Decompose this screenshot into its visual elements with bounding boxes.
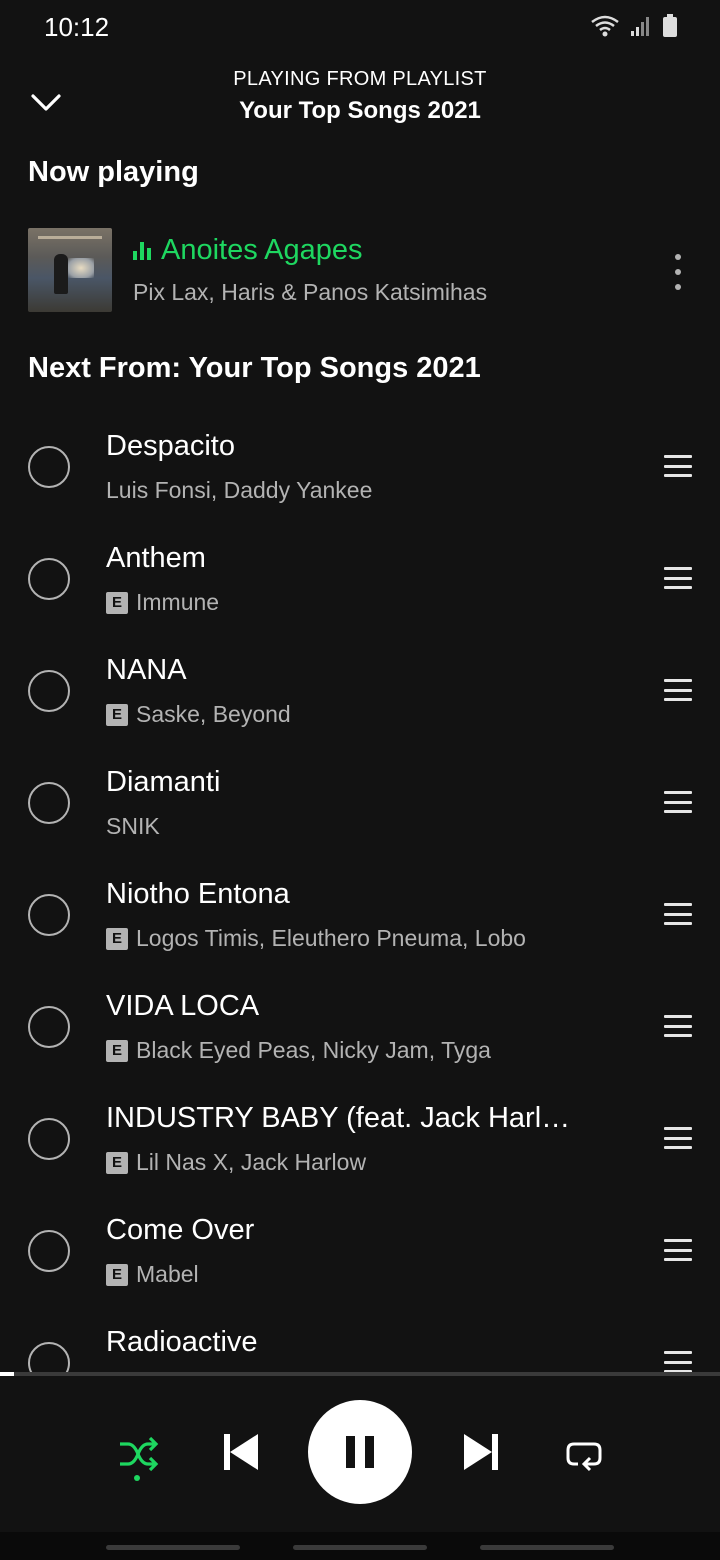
skip-previous-icon [224, 1434, 258, 1470]
wifi-icon [591, 15, 619, 37]
drag-handle-icon[interactable] [664, 455, 692, 477]
track-title: Despacito [106, 430, 235, 462]
status-time: 10:12 [44, 12, 110, 42]
track-artist: Lil Nas X, Jack Harlow [136, 1149, 367, 1175]
select-checkbox[interactable] [28, 1118, 70, 1160]
playing-from-label: PLAYING FROM PLAYLIST [233, 68, 487, 90]
next-from-heading: Next From: Your Top Songs 2021 [28, 352, 481, 384]
track-title: VIDA LOCA [106, 990, 260, 1022]
track-title: Come Over [106, 1214, 255, 1246]
drag-handle-icon[interactable] [664, 679, 692, 701]
track-artist: Saske, Beyond [136, 701, 291, 727]
queue-list: Despacito Luis Fonsi, Daddy Yankee Anthem E… [0, 410, 720, 1372]
track-artist-line: E Lil Nas X, Jack Harlow [106, 1149, 606, 1176]
drag-handle-icon[interactable] [664, 1239, 692, 1261]
track-title: Diamanti [106, 766, 221, 798]
queue-track[interactable]: INDUSTRY BABY (feat. Jack Harl… E Lil Nas … [0, 1082, 720, 1194]
select-checkbox[interactable] [28, 558, 70, 600]
player-header: PLAYING FROM PLAYLIST Your Top Songs 202… [0, 56, 720, 146]
pause-icon [346, 1436, 374, 1468]
drag-handle-icon[interactable] [664, 791, 692, 813]
previous-button[interactable] [216, 1428, 264, 1476]
explicit-badge: E [106, 927, 128, 950]
queue-track[interactable]: VIDA LOCA E Black Eyed Peas, Nicky Jam, Ty… [0, 970, 720, 1082]
album-cover [28, 228, 112, 312]
status-bar: 10:12 [0, 0, 720, 56]
queue-track[interactable]: Radioactive [0, 1306, 720, 1372]
nav-home[interactable] [293, 1545, 427, 1550]
track-artist-line: E Black Eyed Peas, Nicky Jam, Tyga [106, 1037, 606, 1064]
skip-next-icon [464, 1434, 498, 1470]
track-artist: Black Eyed Peas, Nicky Jam, Tyga [136, 1037, 491, 1063]
signal-icon [631, 17, 649, 36]
track-title: Radioactive [106, 1326, 258, 1358]
battery-icon [663, 14, 677, 37]
shuffle-active-indicator [134, 1475, 140, 1481]
pause-button[interactable] [308, 1400, 412, 1504]
explicit-badge: E [106, 1151, 128, 1174]
track-artist-line: E Mabel [106, 1261, 606, 1288]
now-playing-heading: Now playing [28, 156, 199, 188]
system-nav-bar [0, 1532, 720, 1560]
select-checkbox[interactable] [28, 782, 70, 824]
track-artist-line: E Logos Timis, Eleuthero Pneuma, Lobo [106, 925, 606, 952]
drag-handle-icon[interactable] [664, 903, 692, 925]
drag-handle-icon[interactable] [664, 567, 692, 589]
now-playing-title: Anoites Agapes [161, 234, 363, 266]
playlist-context[interactable]: PLAYING FROM PLAYLIST Your Top Songs 202… [0, 68, 720, 125]
now-playing-track[interactable]: Anoites Agapes Pix Lax, Haris & Panos Ka… [0, 224, 720, 316]
player-controls [0, 1376, 720, 1532]
track-artist: Logos Timis, Eleuthero Pneuma, Lobo [136, 925, 526, 951]
queue-track[interactable]: Anthem E Immune [0, 522, 720, 634]
select-checkbox[interactable] [28, 446, 70, 488]
queue-track[interactable]: NANA E Saske, Beyond [0, 634, 720, 746]
track-artist: SNIK [106, 813, 160, 839]
explicit-badge: E [106, 591, 128, 614]
track-artist-line: E Saske, Beyond [106, 701, 606, 728]
explicit-badge: E [106, 703, 128, 726]
playlist-name: Your Top Songs 2021 [239, 97, 481, 124]
now-playing-artist: Pix Lax, Haris & Panos Katsimihas [133, 279, 488, 305]
track-title: Anthem [106, 542, 206, 574]
track-title: Niotho Entona [106, 878, 290, 910]
explicit-badge: E [106, 1263, 128, 1286]
track-artist-line: Luis Fonsi, Daddy Yankee [106, 477, 606, 504]
status-icons [590, 14, 678, 38]
select-checkbox[interactable] [28, 670, 70, 712]
shuffle-button[interactable] [112, 1428, 164, 1480]
drag-handle-icon[interactable] [664, 1127, 692, 1149]
drag-handle-icon[interactable] [664, 1015, 692, 1037]
select-checkbox[interactable] [28, 1006, 70, 1048]
track-artist-line: SNIK [106, 813, 606, 840]
explicit-badge: E [106, 1039, 128, 1062]
next-button[interactable] [458, 1428, 506, 1476]
track-title: NANA [106, 654, 187, 686]
track-artist: Immune [136, 589, 220, 615]
select-checkbox[interactable] [28, 894, 70, 936]
queue-track[interactable]: Niotho Entona E Logos Timis, Eleuthero Pne… [0, 858, 720, 970]
track-title: INDUSTRY BABY (feat. Jack Harl… [106, 1102, 571, 1134]
track-artist: Luis Fonsi, Daddy Yankee [106, 477, 373, 503]
repeat-button[interactable] [558, 1428, 610, 1480]
queue-track[interactable]: Despacito Luis Fonsi, Daddy Yankee [0, 410, 720, 522]
nav-recents[interactable] [106, 1545, 240, 1550]
more-options-button[interactable] [666, 254, 690, 290]
drag-handle-icon[interactable] [664, 1351, 692, 1372]
select-checkbox[interactable] [28, 1230, 70, 1272]
queue-track[interactable]: Come Over E Mabel [0, 1194, 720, 1306]
track-artist: Mabel [136, 1261, 199, 1287]
queue-track[interactable]: Diamanti SNIK [0, 746, 720, 858]
shuffle-icon [120, 1436, 159, 1472]
nav-back[interactable] [480, 1545, 614, 1550]
repeat-icon [566, 1442, 602, 1472]
equalizer-icon [133, 241, 151, 260]
track-artist-line: E Immune [106, 589, 606, 616]
select-checkbox[interactable] [28, 1342, 70, 1372]
